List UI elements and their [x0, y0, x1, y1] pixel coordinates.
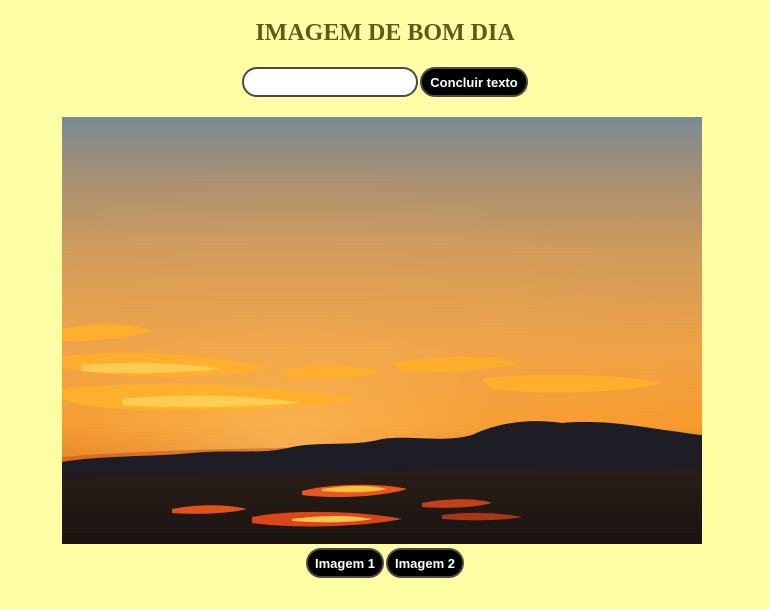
- image-2-button[interactable]: Imagem 2: [386, 548, 464, 578]
- sunset-photo: [62, 117, 702, 544]
- text-input[interactable]: [242, 67, 419, 97]
- image-switcher: Imagem 1 Imagem 2: [0, 548, 770, 578]
- text-form: Concluir texto: [0, 67, 770, 97]
- complete-text-button[interactable]: Concluir texto: [420, 67, 528, 97]
- image-1-button[interactable]: Imagem 1: [306, 548, 384, 578]
- page-title: IMAGEM DE BOM DIA: [255, 20, 515, 46]
